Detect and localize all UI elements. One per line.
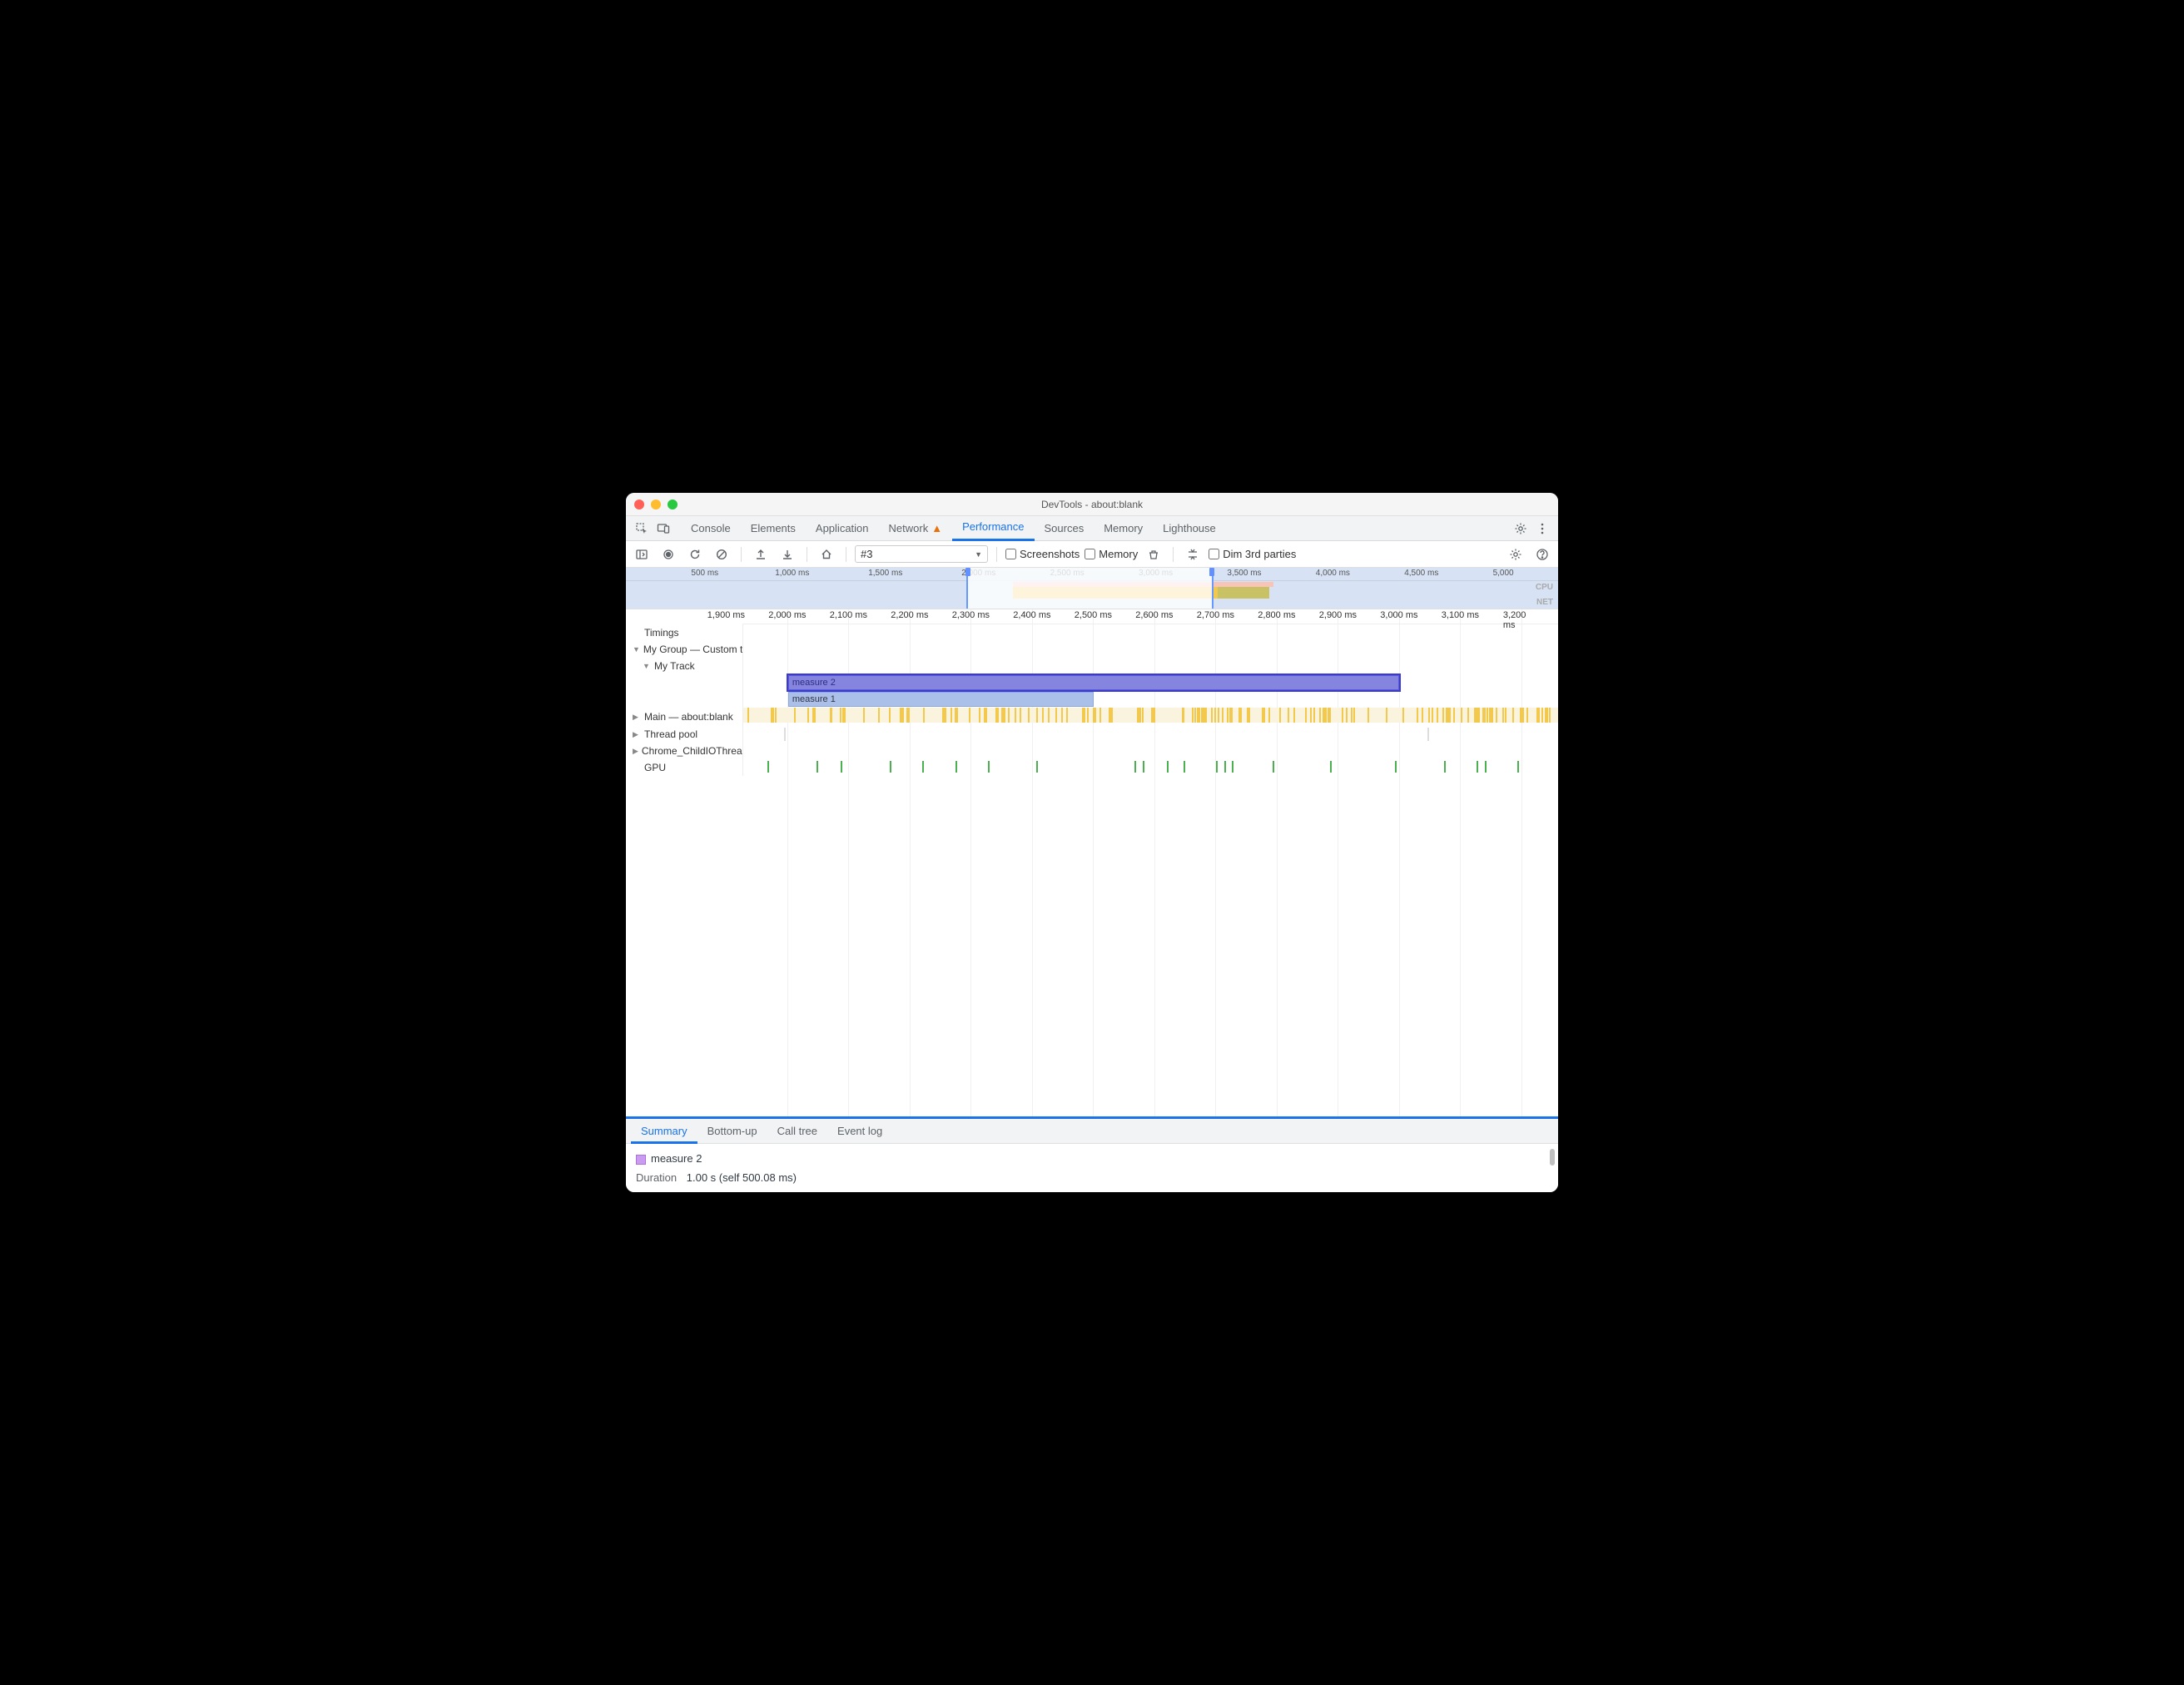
track-main[interactable]: ▶Main — about:blank [626, 708, 1558, 726]
devtools-window: DevTools - about:blank Console Elements … [626, 493, 1558, 1192]
window-titlebar: DevTools - about:blank [626, 493, 1558, 516]
dim-3rd-parties-checkbox[interactable]: Dim 3rd parties [1209, 548, 1296, 560]
overview-net-label: NET [1536, 598, 1553, 607]
tab-sources[interactable]: Sources [1035, 516, 1094, 541]
dim-3rd-parties-checkbox-input[interactable] [1209, 549, 1219, 559]
window-title: DevTools - about:blank [626, 499, 1558, 510]
flame-row-0: measure 2 [626, 674, 1558, 691]
chevron-down-icon: ▼ [975, 550, 982, 559]
performance-toolbar: #3 ▼ Screenshots Memory Dim 3rd parties [626, 541, 1558, 568]
upload-icon[interactable] [750, 544, 772, 565]
details-duration-row: Duration 1.00 s (self 500.08 ms) [636, 1171, 1548, 1184]
tab-memory[interactable]: Memory [1094, 516, 1153, 541]
collapse-arrow-icon[interactable]: ▼ [633, 645, 640, 654]
inspect-element-icon[interactable] [631, 518, 653, 539]
details-scrollbar[interactable] [1550, 1149, 1555, 1166]
tab-performance[interactable]: Performance [952, 516, 1034, 541]
shortcuts-icon[interactable] [1182, 544, 1204, 565]
overview-viewport[interactable] [966, 568, 1214, 609]
details-tab-call-tree[interactable]: Call tree [767, 1119, 827, 1144]
warning-icon: ▲ [931, 516, 942, 541]
flame-chart-area[interactable]: 1,900 ms 2,000 ms 2,100 ms 2,200 ms 2,30… [626, 609, 1558, 1116]
track-my-track[interactable]: ▼My Track [626, 658, 1558, 674]
timeline-overview[interactable]: 500 ms 1,000 ms 1,500 ms 2,000 ms 2,500 … [626, 568, 1558, 609]
memory-checkbox[interactable]: Memory [1085, 548, 1138, 560]
collapse-arrow-icon[interactable]: ▼ [643, 662, 651, 670]
tab-application[interactable]: Application [806, 516, 879, 541]
device-toolbar-icon[interactable] [653, 518, 674, 539]
help-icon[interactable] [1531, 544, 1553, 565]
details-body: measure 2 Duration 1.00 s (self 500.08 m… [626, 1144, 1558, 1192]
memory-checkbox-input[interactable] [1085, 549, 1095, 559]
tab-console[interactable]: Console [681, 516, 741, 541]
track-timings[interactable]: Timings [626, 624, 1558, 641]
panel-tabs: Console Elements Application Network ▲ P… [681, 516, 1226, 541]
main-thread-events[interactable] [743, 708, 1558, 723]
expand-arrow-icon[interactable]: ▶ [633, 713, 641, 722]
flame-row-1: measure 1 [626, 691, 1558, 708]
download-icon[interactable] [777, 544, 798, 565]
flame-event-measure-2[interactable]: measure 2 [788, 675, 1399, 690]
tab-lighthouse[interactable]: Lighthouse [1153, 516, 1226, 541]
overview-cpu-olive [1218, 587, 1269, 599]
track-gpu[interactable]: GPU [626, 759, 1558, 776]
recording-selector[interactable]: #3 ▼ [855, 545, 988, 563]
overview-cpu-label: CPU [1536, 583, 1553, 592]
track-group-my-group[interactable]: ▼My Group — Custom track [626, 641, 1558, 658]
settings-icon[interactable] [1510, 518, 1531, 539]
track-child-io[interactable]: ▶Chrome_ChildIOThread [626, 743, 1558, 759]
main-ruler: 1,900 ms 2,000 ms 2,100 ms 2,200 ms 2,30… [742, 609, 1558, 624]
tab-elements[interactable]: Elements [741, 516, 806, 541]
details-tab-summary[interactable]: Summary [631, 1119, 697, 1144]
tab-network[interactable]: Network ▲ [879, 516, 953, 541]
details-selected-title: measure 2 [636, 1152, 1548, 1165]
panel-settings-icon[interactable] [1505, 544, 1526, 565]
clear-icon[interactable] [711, 544, 732, 565]
reload-record-icon[interactable] [684, 544, 706, 565]
details-tab-bottom-up[interactable]: Bottom-up [697, 1119, 767, 1144]
recording-selector-value: #3 [861, 548, 872, 560]
track-thread-pool[interactable]: ▶Thread pool [626, 726, 1558, 743]
details-tab-event-log[interactable]: Event log [827, 1119, 892, 1144]
overview-handle-right[interactable] [1209, 568, 1214, 576]
overview-handle-left[interactable] [965, 568, 970, 576]
more-menu-icon[interactable] [1531, 518, 1553, 539]
main-tabstrip: Console Elements Application Network ▲ P… [626, 516, 1558, 541]
home-icon[interactable] [816, 544, 837, 565]
gc-icon[interactable] [1143, 544, 1164, 565]
screenshots-checkbox-input[interactable] [1005, 549, 1016, 559]
record-icon[interactable] [658, 544, 679, 565]
details-tabs: Summary Bottom-up Call tree Event log [626, 1119, 1558, 1144]
event-color-swatch [636, 1155, 646, 1165]
expand-arrow-icon[interactable]: ▶ [633, 747, 638, 756]
screenshots-checkbox[interactable]: Screenshots [1005, 548, 1080, 560]
flame-event-measure-1[interactable]: measure 1 [788, 692, 1094, 707]
toggle-sidebar-icon[interactable] [631, 544, 653, 565]
gpu-events[interactable] [743, 759, 1558, 774]
expand-arrow-icon[interactable]: ▶ [633, 730, 641, 739]
